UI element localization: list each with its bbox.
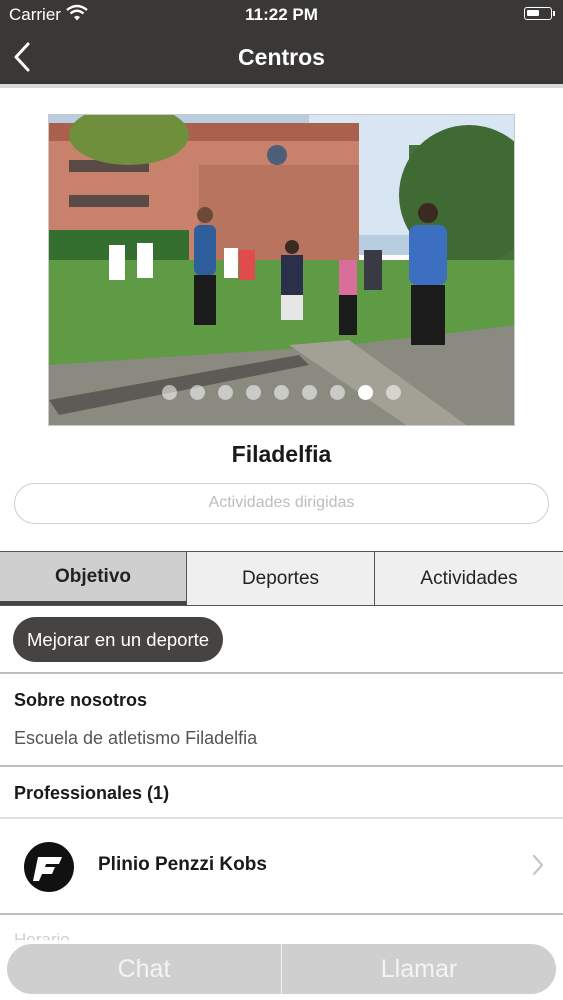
battery-icon bbox=[524, 7, 555, 20]
goal-chip[interactable]: Mejorar en un deporte bbox=[13, 617, 224, 662]
carousel-dot[interactable] bbox=[190, 385, 205, 400]
about-heading: Sobre nosotros bbox=[14, 690, 148, 710]
chat-button[interactable]: Chat bbox=[7, 944, 281, 994]
action-bar: Chat Llamar bbox=[0, 940, 563, 1000]
carousel-dot[interactable] bbox=[358, 385, 373, 400]
photo-carousel[interactable] bbox=[48, 114, 515, 426]
chevron-right-icon bbox=[531, 854, 545, 881]
professional-row[interactable]: Plinio Penzzi Kobs bbox=[0, 818, 563, 914]
professionals-heading: Professionales (1) bbox=[14, 783, 170, 803]
carousel-dot[interactable] bbox=[218, 385, 233, 400]
tab-actividades[interactable]: Actividades bbox=[375, 552, 563, 605]
carousel-dot[interactable] bbox=[274, 385, 289, 400]
professional-name: Plinio Penzzi Kobs bbox=[98, 854, 267, 875]
tab-objetivo[interactable]: Objetivo bbox=[0, 552, 187, 605]
activities-button[interactable]: Actividades dirigidas bbox=[14, 483, 549, 524]
carousel-page-indicator[interactable] bbox=[49, 385, 514, 400]
carousel-dot[interactable] bbox=[246, 385, 261, 400]
about-text: Escuela de atletismo Filadelfia bbox=[14, 728, 258, 748]
status-bar: Carrier 11:22 PM bbox=[0, 0, 563, 30]
divider bbox=[0, 672, 563, 674]
divider bbox=[0, 765, 563, 767]
carousel-dot[interactable] bbox=[162, 385, 177, 400]
carousel-dot[interactable] bbox=[330, 385, 345, 400]
center-name: Filadelfia bbox=[231, 441, 332, 467]
clock: 11:22 PM bbox=[245, 5, 318, 24]
nav-bar: Centros bbox=[0, 30, 563, 84]
tab-deportes[interactable]: Deportes bbox=[187, 552, 375, 605]
header-divider bbox=[0, 84, 563, 88]
logo-avatar-icon bbox=[24, 842, 74, 892]
call-button[interactable]: Llamar bbox=[282, 944, 556, 994]
divider bbox=[0, 913, 563, 915]
carousel-dot[interactable] bbox=[302, 385, 317, 400]
action-button-group: Chat Llamar bbox=[7, 944, 556, 994]
carousel-dot[interactable] bbox=[386, 385, 401, 400]
center-photo bbox=[49, 115, 514, 425]
page-title: Centros bbox=[238, 44, 325, 70]
tab-bar: Objetivo Deportes Actividades bbox=[0, 551, 563, 606]
